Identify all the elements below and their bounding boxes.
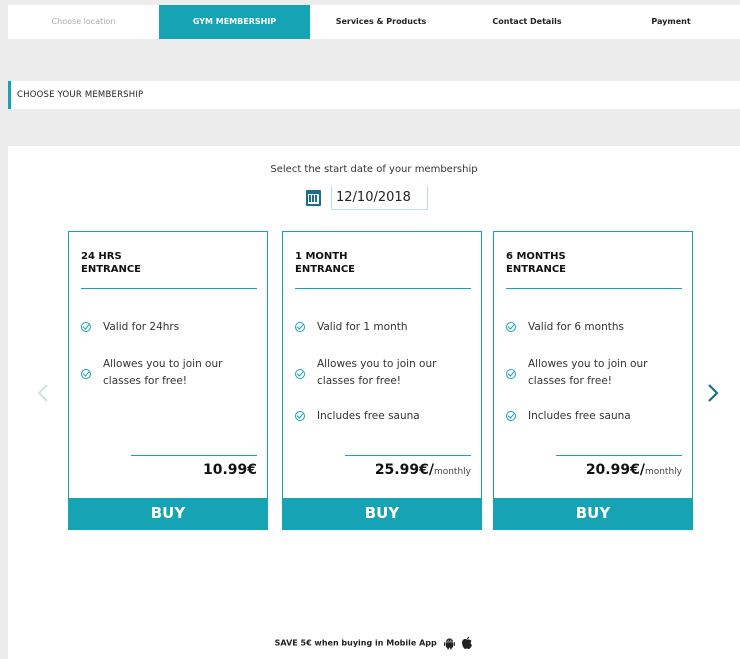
- membership-panel: Select the start date of your membership…: [8, 146, 740, 659]
- card-title: 24 HRS ENTRANCE: [81, 250, 257, 276]
- divider: [295, 288, 471, 289]
- check-circle-icon: [295, 322, 305, 332]
- divider: [81, 288, 257, 289]
- chevron-left-icon: [37, 384, 48, 402]
- carousel-next-button[interactable]: [706, 384, 720, 402]
- price-amount: 25.99€/: [374, 462, 434, 478]
- section-title: CHOOSE YOUR MEMBERSHIP: [17, 90, 144, 100]
- apple-icon[interactable]: [461, 636, 473, 650]
- membership-card-24hrs: 24 HRS ENTRANCE Valid for 24hrs Allowes …: [68, 231, 268, 530]
- divider: [345, 455, 471, 456]
- buy-button[interactable]: BUY: [283, 498, 481, 529]
- start-date-input[interactable]: [331, 186, 428, 210]
- check-circle-icon: [295, 411, 305, 421]
- card-title-line1: 24 HRS: [81, 251, 122, 262]
- checkout-steps: Choose location GYM MEMBERSHIP Services …: [8, 5, 740, 39]
- check-circle-icon: [506, 322, 516, 332]
- android-icon[interactable]: [443, 637, 456, 650]
- membership-card-6-months: 6 MONTHS ENTRANCE Valid for 6 months All…: [493, 231, 693, 530]
- promo-text: SAVE 5€ when buying in Mobile App: [274, 638, 437, 648]
- price: 20.99€/monthly: [586, 462, 682, 478]
- feature-text: Allowes you to join our classes for free…: [103, 358, 223, 387]
- card-title-line1: 1 MONTH: [295, 251, 348, 262]
- price-period: monthly: [644, 467, 682, 477]
- price-amount: 10.99€: [202, 462, 257, 478]
- feature-text: Includes free sauna: [528, 410, 631, 422]
- divider: [131, 455, 257, 456]
- carousel-prev-button[interactable]: [36, 384, 50, 402]
- card-title: 1 MONTH ENTRANCE: [295, 250, 471, 276]
- feature-text: Allowes you to join our classes for free…: [317, 358, 437, 387]
- feature-text: Allowes you to join our classes for free…: [528, 358, 648, 387]
- chevron-right-icon: [708, 384, 719, 402]
- card-title-line2: ENTRANCE: [295, 264, 355, 275]
- feature-text: Valid for 6 months: [528, 321, 624, 333]
- calendar-icon[interactable]: [306, 190, 321, 206]
- price-amount: 20.99€/: [585, 462, 645, 478]
- buy-button[interactable]: BUY: [494, 498, 692, 529]
- divider: [556, 455, 682, 456]
- price: 10.99€: [203, 462, 257, 478]
- step-services-products[interactable]: Services & Products: [310, 5, 452, 39]
- feature-text: Includes free sauna: [317, 410, 420, 422]
- buy-button[interactable]: BUY: [69, 498, 267, 529]
- price-period: monthly: [433, 467, 471, 477]
- start-date-label: Select the start date of your membership: [270, 164, 478, 175]
- step-contact-details[interactable]: Contact Details: [452, 5, 602, 39]
- check-circle-icon: [81, 369, 91, 379]
- card-title-line1: 6 MONTHS: [506, 251, 566, 262]
- feature-text: Valid for 1 month: [317, 321, 408, 333]
- check-circle-icon: [81, 322, 91, 332]
- check-circle-icon: [506, 369, 516, 379]
- mobile-app-promo: SAVE 5€ when buying in Mobile App: [8, 636, 740, 650]
- divider: [506, 288, 682, 289]
- membership-card-1-month: 1 MONTH ENTRANCE Valid for 1 month Allow…: [282, 231, 482, 530]
- card-title-line2: ENTRANCE: [81, 264, 141, 275]
- check-circle-icon: [506, 411, 516, 421]
- section-header: CHOOSE YOUR MEMBERSHIP: [8, 81, 740, 109]
- check-circle-icon: [295, 369, 305, 379]
- card-title: 6 MONTHS ENTRANCE: [506, 250, 682, 276]
- price: 25.99€/monthly: [375, 462, 471, 478]
- feature-text: Valid for 24hrs: [103, 321, 180, 333]
- step-gym-membership[interactable]: GYM MEMBERSHIP: [159, 5, 310, 39]
- step-choose-location[interactable]: Choose location: [8, 5, 159, 39]
- step-payment[interactable]: Payment: [602, 5, 740, 39]
- card-title-line2: ENTRANCE: [506, 264, 566, 275]
